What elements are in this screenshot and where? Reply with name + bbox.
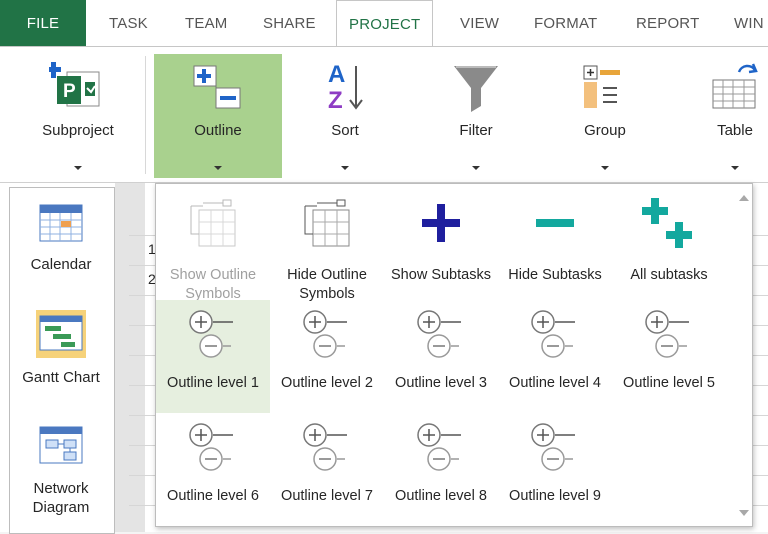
outline-level-2-button[interactable]: Outline level 2 <box>270 300 384 413</box>
view-gantt-chart-label: Gantt Chart <box>22 369 100 386</box>
outline-level-6-button[interactable]: Outline level 6 <box>156 413 270 523</box>
hide-subtasks-label: Hide Subtasks <box>508 267 602 283</box>
ribbon-tabs: FILE TASK TEAM SHARE PROJECT VIEW FORMAT… <box>0 0 768 47</box>
outline-level-8-button[interactable]: Outline level 8 <box>384 413 498 523</box>
tab-report[interactable]: REPORT <box>636 0 699 47</box>
show-subtasks-label: Show Subtasks <box>391 267 491 283</box>
outline-level-1-label: Outline level 1 <box>167 375 259 391</box>
outline-symbols-icon <box>185 196 241 254</box>
group-label: Group <box>584 122 626 139</box>
outline-level-7-label: Outline level 7 <box>281 488 373 504</box>
show-outline-label-line1: Show Outline <box>169 267 257 283</box>
filter-label: Filter <box>459 122 493 139</box>
show-subtasks-button[interactable]: Show Subtasks <box>384 192 498 300</box>
tab-team[interactable]: TEAM <box>185 0 227 47</box>
chevron-down-icon <box>601 166 609 170</box>
group-button[interactable]: Group <box>557 54 653 178</box>
outline-level-6-label: Outline level 6 <box>167 488 259 504</box>
outline-level-icon <box>413 422 469 480</box>
outline-label: Outline <box>194 122 242 139</box>
chevron-down-icon <box>214 166 222 170</box>
subproject-button[interactable]: P Subproject <box>22 54 134 178</box>
hide-outline-label-line1: Hide Outline <box>287 267 367 283</box>
sort-button[interactable]: A Z Sort <box>295 54 395 178</box>
group-icon <box>580 60 630 119</box>
outline-dropdown: Show Outline Symbols Hide Outline Symbol… <box>155 183 753 527</box>
outline-level-9-label: Outline level 9 <box>509 488 601 504</box>
subproject-label: Subproject <box>42 122 114 139</box>
view-network-label-line1: Network <box>33 480 89 497</box>
tab-format[interactable]: FORMAT <box>534 0 597 47</box>
tab-view[interactable]: VIEW <box>460 0 499 47</box>
show-outline-symbols-button[interactable]: Show Outline Symbols <box>156 192 270 302</box>
outline-level-icon <box>185 422 241 480</box>
outline-level-icon <box>527 309 583 367</box>
table-label: Table <box>717 122 753 139</box>
outline-level-icon <box>299 309 355 367</box>
dropdown-scrollbar[interactable] <box>734 184 752 526</box>
tab-window[interactable]: WIN <box>734 0 764 47</box>
outline-level-icon <box>641 309 697 367</box>
svg-text:P: P <box>63 81 76 102</box>
view-gantt-chart[interactable]: Gantt Chart <box>9 305 113 395</box>
svg-text:A: A <box>328 61 345 88</box>
scroll-up-arrow-icon[interactable] <box>739 195 749 201</box>
outline-level-4-button[interactable]: Outline level 4 <box>498 300 612 413</box>
calendar-icon <box>38 202 84 248</box>
table-button[interactable]: Table <box>690 54 768 178</box>
outline-level-3-label: Outline level 3 <box>395 375 487 391</box>
minus-icon <box>534 202 576 248</box>
double-plus-icon <box>641 196 697 256</box>
outline-symbols-icon <box>299 196 355 254</box>
outline-level-5-label: Outline level 5 <box>623 375 715 391</box>
chevron-down-icon <box>731 166 739 170</box>
outline-level-1-button[interactable]: Outline level 1 <box>156 300 270 413</box>
all-subtasks-label: All subtasks <box>630 267 708 283</box>
hide-outline-symbols-button[interactable]: Hide Outline Symbols <box>270 192 384 302</box>
chevron-down-icon <box>74 166 82 170</box>
outline-level-4-label: Outline level 4 <box>509 375 601 391</box>
chevron-down-icon <box>472 166 480 170</box>
network-diagram-icon <box>38 424 84 470</box>
tab-share[interactable]: SHARE <box>263 0 316 47</box>
filter-icon <box>451 60 501 119</box>
scroll-down-arrow-icon[interactable] <box>739 510 749 516</box>
outline-level-8-label: Outline level 8 <box>395 488 487 504</box>
outline-level-icon <box>299 422 355 480</box>
filter-button[interactable]: Filter <box>428 54 524 178</box>
view-calendar[interactable]: Calendar <box>9 198 113 288</box>
outline-level-icon <box>413 309 469 367</box>
outline-level-7-button[interactable]: Outline level 7 <box>270 413 384 523</box>
outline-level-9-button[interactable]: Outline level 9 <box>498 413 612 523</box>
view-network-label-line2: Diagram <box>32 499 90 516</box>
sort-label: Sort <box>331 122 359 139</box>
sort-az-icon: A Z <box>320 60 370 119</box>
outline-level-2-label: Outline level 2 <box>281 375 373 391</box>
all-subtasks-button[interactable]: All subtasks <box>612 192 726 300</box>
view-calendar-label: Calendar <box>30 256 92 273</box>
outline-level-3-button[interactable]: Outline level 3 <box>384 300 498 413</box>
tab-file[interactable]: FILE <box>0 0 86 47</box>
outline-button[interactable]: Outline <box>154 54 282 178</box>
ribbon-separator <box>145 56 146 174</box>
plus-icon <box>420 202 462 248</box>
tab-task[interactable]: TASK <box>109 0 148 47</box>
chevron-down-icon <box>341 166 349 170</box>
table-icon <box>707 60 763 119</box>
outline-level-5-button[interactable]: Outline level 5 <box>612 300 726 413</box>
outline-level-icon <box>185 309 241 367</box>
view-network-diagram[interactable]: Network Diagram <box>9 420 113 525</box>
svg-text:Z: Z <box>328 87 343 114</box>
subproject-icon: P <box>46 60 107 117</box>
outline-icon <box>192 60 244 117</box>
tab-project[interactable]: PROJECT <box>336 0 434 47</box>
outline-level-icon <box>527 422 583 480</box>
gantt-chart-icon <box>35 309 87 363</box>
hide-subtasks-button[interactable]: Hide Subtasks <box>498 192 612 300</box>
